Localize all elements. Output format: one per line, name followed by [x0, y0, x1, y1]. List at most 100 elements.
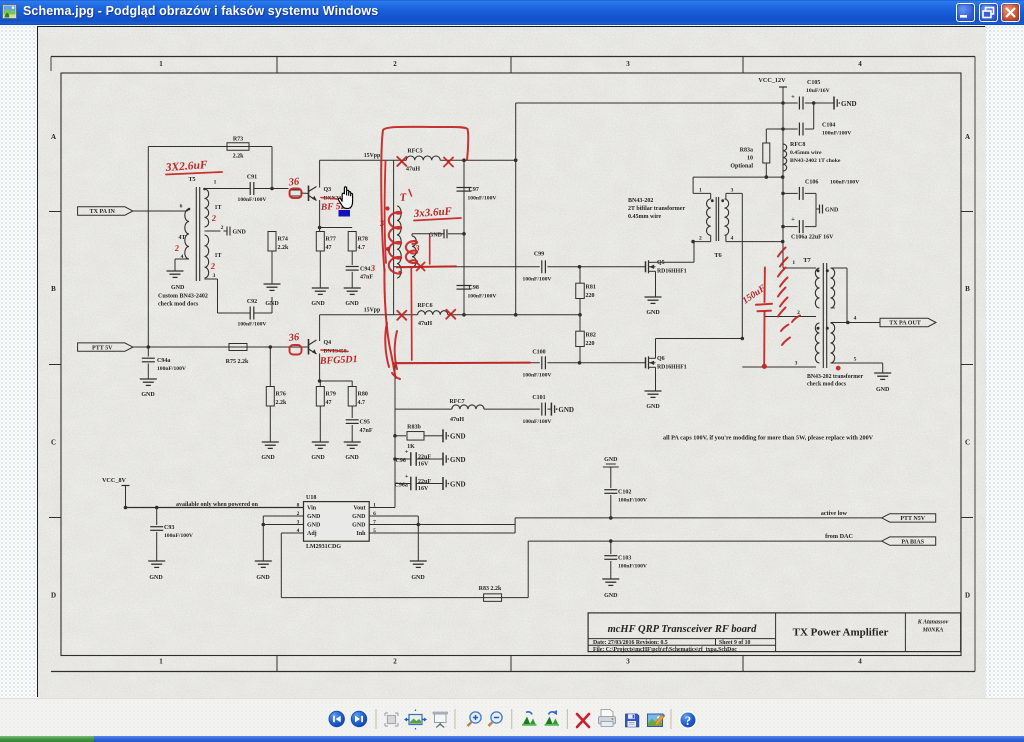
svg-text:3: 3: [626, 60, 630, 68]
svg-text:C: C: [51, 439, 56, 447]
svg-text:BN43-202 transformer: BN43-202 transformer: [807, 374, 864, 380]
svg-text:15Vpp: 15Vpp: [364, 308, 380, 314]
svg-text:16V: 16V: [418, 486, 429, 492]
svg-text:GND: GND: [265, 301, 279, 307]
svg-text:100nF/100V: 100nF/100V: [468, 196, 497, 202]
svg-text:BN43-2402 1T choke: BN43-2402 1T choke: [790, 158, 841, 164]
svg-text:M0NKA: M0NKA: [922, 628, 944, 634]
svg-text:C95: C95: [360, 420, 370, 426]
svg-text:BFG5D1: BFG5D1: [319, 354, 358, 367]
svg-text:47uH: 47uH: [450, 417, 464, 423]
svg-text:A: A: [51, 133, 56, 141]
svg-text:+: +: [791, 94, 795, 101]
svg-text:36: 36: [287, 176, 300, 188]
svg-text:PA BIAS: PA BIAS: [901, 539, 924, 545]
svg-text:GND: GND: [429, 232, 443, 238]
svg-text:PTT N5V: PTT N5V: [900, 516, 925, 522]
svg-text:Vout: Vout: [353, 506, 365, 512]
svg-text:100nF/100V: 100nF/100V: [523, 419, 552, 425]
svg-text:R83a: R83a: [740, 148, 753, 154]
svg-text:100nF/100V: 100nF/100V: [618, 498, 647, 504]
svg-text:4: 4: [858, 658, 862, 666]
svg-text:R81: R81: [586, 285, 596, 291]
svg-text:47: 47: [326, 400, 332, 406]
svg-text:mcHF QRP Transceiver RF board: mcHF QRP Transceiver RF board: [608, 624, 758, 635]
svg-text:4.7: 4.7: [358, 245, 366, 251]
svg-text:47: 47: [326, 245, 332, 251]
svg-text:8: 8: [297, 503, 300, 509]
svg-text:Adj: Adj: [307, 531, 317, 537]
svg-text:R83b: R83b: [407, 425, 421, 431]
svg-text:R73: R73: [233, 137, 243, 143]
svg-text:GND: GND: [604, 593, 618, 599]
svg-text:VCC_8V: VCC_8V: [102, 477, 127, 484]
svg-text:LM2931CDG: LM2931CDG: [306, 544, 341, 550]
svg-text:GND: GND: [604, 457, 618, 463]
svg-text:GND: GND: [261, 455, 275, 461]
svg-text:GND: GND: [411, 575, 425, 581]
svg-text:R82: R82: [586, 333, 596, 339]
svg-text:C104: C104: [822, 123, 835, 129]
svg-text:GND: GND: [825, 208, 839, 214]
svg-text:C98: C98: [469, 285, 479, 291]
svg-text:check mod docs: check mod docs: [807, 382, 847, 388]
svg-text:GND: GND: [450, 433, 466, 441]
svg-text:1: 1: [373, 503, 376, 509]
svg-text:2: 2: [221, 225, 224, 231]
svg-text:2T bifilar transformer: 2T bifilar transformer: [628, 206, 685, 212]
svg-text:5: 5: [854, 357, 857, 363]
svg-text:RD16HHF1: RD16HHF1: [657, 269, 687, 275]
svg-text:GND: GND: [352, 514, 366, 520]
svg-text:T7: T7: [803, 257, 811, 264]
svg-text:6: 6: [373, 511, 376, 517]
svg-text:RFC6: RFC6: [417, 303, 432, 309]
svg-text:B: B: [51, 285, 56, 293]
svg-text:Q5: Q5: [657, 260, 665, 266]
svg-text:T5: T5: [188, 177, 195, 183]
svg-text:R83 2.2k: R83 2.2k: [479, 586, 502, 592]
svg-text:RFC8: RFC8: [790, 142, 805, 148]
svg-text:47uH: 47uH: [418, 321, 432, 327]
svg-text:C101: C101: [532, 395, 545, 401]
svg-text:from DAC: from DAC: [825, 533, 853, 540]
svg-text:3: 3: [213, 273, 216, 279]
svg-text:R74: R74: [278, 237, 288, 243]
svg-text:4: 4: [181, 254, 184, 260]
svg-text:4: 4: [858, 60, 862, 68]
svg-text:10: 10: [747, 156, 753, 162]
svg-text:C102: C102: [618, 490, 631, 496]
svg-text:D: D: [965, 592, 970, 600]
svg-text:Vin: Vin: [307, 506, 317, 512]
svg-text:GND: GND: [841, 100, 857, 108]
svg-text:C99: C99: [534, 252, 544, 258]
svg-text:C93: C93: [164, 525, 174, 531]
svg-text:4: 4: [297, 528, 300, 534]
svg-text:B: B: [965, 285, 970, 293]
svg-text:5: 5: [373, 528, 376, 534]
svg-text:2: 2: [297, 511, 300, 517]
svg-text:GND: GND: [646, 310, 660, 316]
svg-text:?: ?: [685, 714, 691, 728]
svg-text:100nF/100V: 100nF/100V: [238, 197, 267, 203]
svg-text:GND: GND: [311, 301, 325, 307]
svg-text:100nF/100V: 100nF/100V: [468, 294, 497, 300]
svg-text:GND: GND: [307, 514, 321, 520]
svg-text:GND: GND: [450, 480, 466, 488]
svg-text:4.7: 4.7: [358, 400, 366, 406]
svg-text:GND: GND: [876, 387, 890, 393]
svg-text:Q6: Q6: [657, 356, 665, 362]
svg-text:TX PA IN: TX PA IN: [90, 209, 116, 215]
svg-text:220: 220: [586, 293, 595, 299]
svg-text:K Atanassov: K Atanassov: [917, 620, 949, 626]
svg-text:GND: GND: [646, 404, 660, 410]
svg-text:GND: GND: [345, 301, 359, 307]
svg-text:2.2k: 2.2k: [276, 400, 288, 406]
svg-text:C106a 22uF 16V: C106a 22uF 16V: [791, 235, 834, 241]
svg-text:100nF/100V: 100nF/100V: [618, 564, 647, 570]
svg-text:Optional: Optional: [730, 164, 753, 170]
svg-text:2: 2: [699, 236, 702, 242]
svg-text:Inh: Inh: [356, 531, 366, 537]
svg-text:1: 1: [159, 658, 163, 666]
svg-text:47nF: 47nF: [360, 275, 373, 281]
svg-text:4: 4: [731, 236, 734, 242]
